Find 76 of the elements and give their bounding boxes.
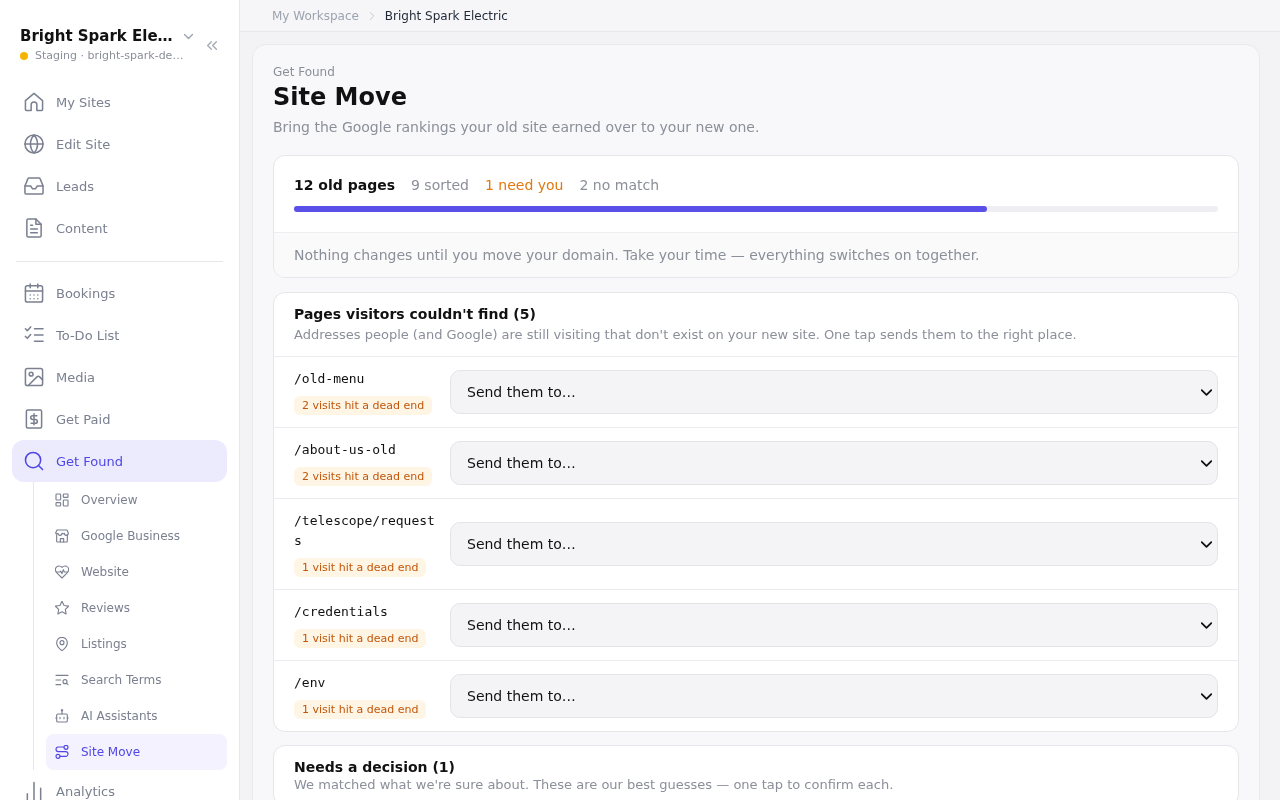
visit-count-badge: 1 visit hit a dead end — [294, 700, 427, 719]
chevron-down-icon — [1201, 386, 1212, 398]
nav-subitem[interactable]: Reviews — [46, 590, 227, 626]
text-search-icon — [55, 673, 69, 687]
dollar-receipt-icon — [24, 409, 44, 429]
robot-icon — [55, 709, 69, 723]
chevron-down-icon — [1201, 690, 1212, 702]
bar-chart-icon — [24, 781, 44, 800]
breadcrumb-current: Bright Spark Electric — [384, 8, 508, 23]
progress-note: Nothing changes until you move your domain. Take your time — everything switches on together. — [294, 246, 981, 265]
inbox-tray-icon — [24, 176, 44, 196]
status-dot-icon — [20, 52, 28, 60]
nav-item[interactable]: Edit Site — [12, 123, 227, 165]
stat-label: 9 sorted — [411, 176, 469, 194]
stat-label: 1 need you — [484, 176, 564, 194]
breadcrumb-link[interactable]: My Workspace — [272, 8, 359, 23]
destination-select[interactable]: Send them to… — [450, 674, 1218, 718]
visit-count-badge: 1 visit hit a dead end — [294, 558, 427, 577]
document-icon — [24, 218, 44, 238]
visit-count-badge: 2 visits hit a dead end — [294, 467, 433, 486]
page-eyebrow: Get Found — [273, 65, 335, 80]
star-icon — [55, 601, 69, 615]
nav-item[interactable]: Analytics — [12, 770, 227, 800]
page-title: Site Move — [273, 82, 407, 112]
workspace-name[interactable]: Bright Spark Ele… — [20, 27, 173, 45]
nav-subitem[interactable]: AI Assistants — [46, 698, 227, 734]
section-description: Addresses people (and Google) are still visiting that don't exist on your new site. One tap sends them to the right place. — [294, 326, 1078, 344]
section-title: Pages visitors couldn't find (5) — [294, 305, 537, 323]
calendar-icon — [24, 283, 44, 303]
page-path: /old-menu — [294, 370, 366, 388]
destination-select[interactable]: Send them to… — [450, 370, 1218, 414]
page-path: /about-us-old — [294, 441, 397, 459]
page-path: /env — [294, 674, 327, 692]
stat-label: 12 old pages — [294, 176, 395, 194]
nav-item[interactable]: Get Found — [12, 440, 227, 482]
nav-subitem[interactable]: Site Move — [46, 734, 227, 770]
nav-subitem[interactable]: Google Business — [46, 518, 227, 554]
image-icon — [24, 367, 44, 387]
page-path: /credentials — [294, 603, 389, 621]
destination-select[interactable]: Send them to… — [450, 522, 1218, 566]
visit-count-badge: 2 visits hit a dead end — [294, 396, 433, 415]
checklist-icon — [24, 325, 44, 345]
nav-subitem[interactable]: Website — [46, 554, 227, 590]
chevron-down-icon — [1201, 538, 1212, 550]
section-description: We matched what we're sure about. These are our best guesses — one tap to confirm each. — [294, 777, 895, 793]
nav-item[interactable]: Leads — [12, 165, 227, 207]
nav-subitem[interactable]: Search Terms — [46, 662, 227, 698]
chevron-down-icon — [1201, 619, 1212, 631]
page-path: /telescope/requests — [294, 512, 436, 550]
heart-pulse-icon — [55, 565, 69, 579]
storefront-icon — [55, 529, 69, 543]
chevron-down-icon[interactable] — [183, 31, 193, 41]
chevron-right-icon — [367, 11, 376, 20]
page-subtitle: Bring the Google rankings your old site earned over to your new one. — [273, 118, 760, 137]
stat-label: 2 no match — [579, 176, 660, 194]
chevron-down-icon — [1201, 457, 1212, 469]
nav-item[interactable]: Content — [12, 207, 227, 249]
nav-item[interactable]: My Sites — [12, 81, 227, 123]
workspace-status: Staging · bright-spark-de… — [35, 49, 184, 63]
nav-item[interactable]: Media — [12, 356, 227, 398]
double-chevron-left-icon[interactable] — [207, 40, 217, 50]
map-pin-icon — [55, 637, 69, 651]
destination-select[interactable]: Send them to… — [450, 603, 1218, 647]
nav-item[interactable]: Get Paid — [12, 398, 227, 440]
destination-select[interactable]: Send them to… — [450, 441, 1218, 485]
visit-count-badge: 1 visit hit a dead end — [294, 629, 427, 648]
search-icon — [24, 451, 44, 471]
grid-icon — [55, 493, 69, 507]
nav-item[interactable]: To-Do List — [12, 314, 227, 356]
globe-icon — [24, 134, 44, 154]
nav-item[interactable]: Bookings — [12, 272, 227, 314]
house-icon — [24, 92, 44, 112]
nav-subitem[interactable]: Overview — [46, 482, 227, 518]
route-icon — [55, 745, 69, 759]
nav-subitem[interactable]: Listings — [46, 626, 227, 662]
section-title: Needs a decision (1) — [294, 758, 456, 776]
